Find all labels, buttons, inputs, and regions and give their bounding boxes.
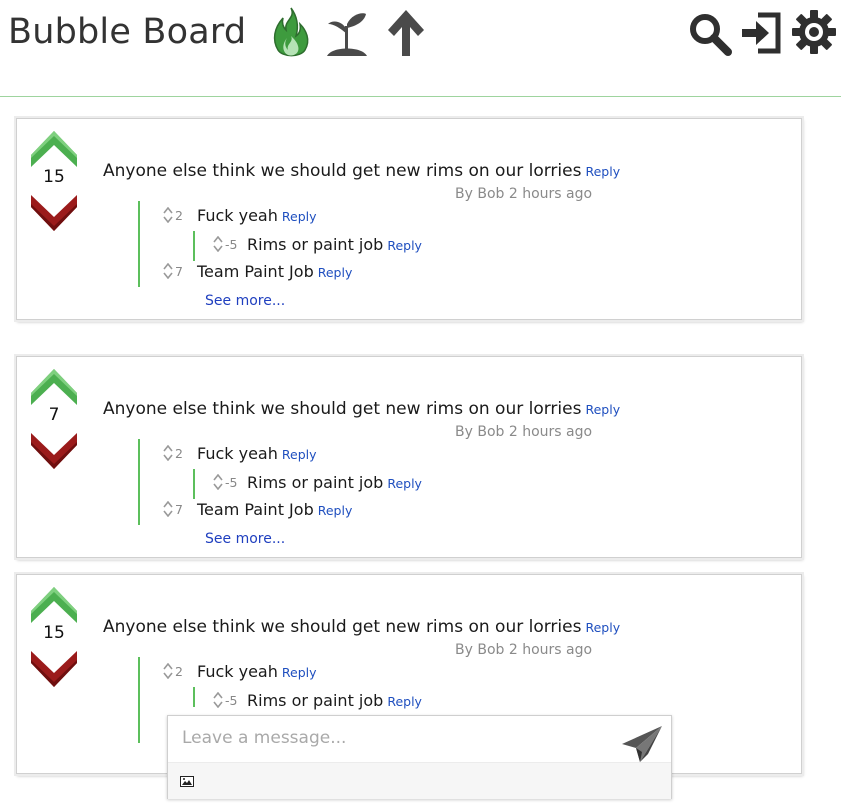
post-score: 15 <box>43 623 65 643</box>
post-title: Anyone else think we should get new rims… <box>103 399 620 419</box>
reply-link[interactable]: Reply <box>387 238 422 253</box>
search-icon[interactable] <box>688 12 732 56</box>
downvote-chevron-icon[interactable] <box>29 431 79 471</box>
reply-link[interactable]: Reply <box>282 447 317 462</box>
vote-arrows-icon[interactable] <box>163 444 173 462</box>
composer-toolbar <box>168 762 671 799</box>
see-more-link[interactable]: See more... <box>205 293 285 309</box>
downvote-chevron-icon[interactable] <box>29 193 79 233</box>
comment-vote-count: -5 <box>225 475 238 490</box>
reply-link[interactable]: Reply <box>318 503 353 518</box>
message-composer <box>167 715 672 799</box>
comment-votes: 2 <box>163 662 197 680</box>
downvote-chevron-icon[interactable] <box>29 649 79 689</box>
comment-nested: -5 Rims or paint job Reply <box>213 691 422 710</box>
comment: 7 Team Paint Job Reply <box>163 262 352 281</box>
top-bar: Bubble Board <box>0 0 841 97</box>
vote-arrows-icon[interactable] <box>163 206 173 224</box>
vote-arrows-icon[interactable] <box>163 500 173 518</box>
nested-thread-line <box>193 687 195 707</box>
comment-vote-count: 7 <box>175 502 183 517</box>
comment-vote-count: -5 <box>225 693 238 708</box>
comment-vote-count: 7 <box>175 264 183 279</box>
comment-votes: 7 <box>163 262 197 280</box>
thread-line <box>138 439 140 525</box>
upvote-chevron-icon[interactable] <box>29 367 79 407</box>
message-input[interactable] <box>168 716 636 760</box>
post-meta: By Bob 2 hours ago <box>455 642 593 658</box>
upvote-chevron-icon[interactable] <box>29 585 79 625</box>
reply-link[interactable]: Reply <box>585 402 620 417</box>
comment-nested: -5 Rims or paint job Reply <box>213 473 422 492</box>
image-icon[interactable] <box>180 776 194 787</box>
post-title: Anyone else think we should get new rims… <box>103 161 620 181</box>
comment-vote-count: 2 <box>175 446 183 461</box>
reply-link[interactable]: Reply <box>585 164 620 179</box>
app-title: Bubble Board <box>8 12 247 52</box>
comment-text: Rims or paint job <box>247 691 384 710</box>
comment-vote-count: -5 <box>225 237 238 252</box>
comment-text: Fuck yeah <box>197 206 278 225</box>
post-meta: By Bob 2 hours ago <box>455 186 593 202</box>
nested-thread-line <box>193 469 195 499</box>
comment-text: Fuck yeah <box>197 444 278 463</box>
upvote-chevron-icon[interactable] <box>29 129 79 169</box>
comment-text: Team Paint Job <box>197 500 314 519</box>
comment-votes: -5 <box>213 691 247 709</box>
gear-icon[interactable] <box>790 8 838 56</box>
reply-link[interactable]: Reply <box>282 209 317 224</box>
comment-nested: -5 Rims or paint job Reply <box>213 235 422 254</box>
comment-votes: 2 <box>163 206 197 224</box>
comment-votes: -5 <box>213 235 247 253</box>
fire-icon[interactable] <box>270 6 312 60</box>
post-score: 15 <box>43 167 65 187</box>
sprout-icon[interactable] <box>324 8 370 60</box>
reply-link[interactable]: Reply <box>387 694 422 709</box>
paper-plane-icon[interactable] <box>620 724 664 764</box>
comment: 2 Fuck yeah Reply <box>163 444 317 463</box>
comment-votes: 2 <box>163 444 197 462</box>
vote-arrows-icon[interactable] <box>213 691 223 709</box>
post-title: Anyone else think we should get new rims… <box>103 617 620 637</box>
vote-arrows-icon[interactable] <box>163 662 173 680</box>
comment: 7 Team Paint Job Reply <box>163 500 352 519</box>
comment-text: Fuck yeah <box>197 662 278 681</box>
reply-link[interactable]: Reply <box>585 620 620 635</box>
comment-votes: 7 <box>163 500 197 518</box>
comment-vote-count: 2 <box>175 664 183 679</box>
nested-thread-line <box>193 231 195 261</box>
comment-text: Rims or paint job <box>247 473 384 492</box>
post-score: 7 <box>48 405 60 425</box>
comment: 2 Fuck yeah Reply <box>163 662 317 681</box>
see-more-link[interactable]: See more... <box>205 531 285 547</box>
comment: 2 Fuck yeah Reply <box>163 206 317 225</box>
thread-line <box>138 657 140 743</box>
reply-link[interactable]: Reply <box>387 476 422 491</box>
reply-link[interactable]: Reply <box>282 665 317 680</box>
arrow-up-icon[interactable] <box>386 8 426 58</box>
post-card: 7 Anyone else think we should get new ri… <box>16 356 802 558</box>
comment-vote-count: 2 <box>175 208 183 223</box>
reply-link[interactable]: Reply <box>318 265 353 280</box>
vote-arrows-icon[interactable] <box>213 235 223 253</box>
post-card: 15 Anyone else think we should get new r… <box>16 118 802 320</box>
post-title-text: Anyone else think we should get new rims… <box>103 617 582 637</box>
post-title-text: Anyone else think we should get new rims… <box>103 399 582 419</box>
comment-text: Rims or paint job <box>247 235 384 254</box>
thread-line <box>138 201 140 287</box>
vote-arrows-icon[interactable] <box>213 473 223 491</box>
comment-text: Team Paint Job <box>197 262 314 281</box>
comment-votes: -5 <box>213 473 247 491</box>
post-title-text: Anyone else think we should get new rims… <box>103 161 582 181</box>
vote-arrows-icon[interactable] <box>163 262 173 280</box>
post-meta: By Bob 2 hours ago <box>455 424 593 440</box>
sign-in-icon[interactable] <box>740 10 784 56</box>
